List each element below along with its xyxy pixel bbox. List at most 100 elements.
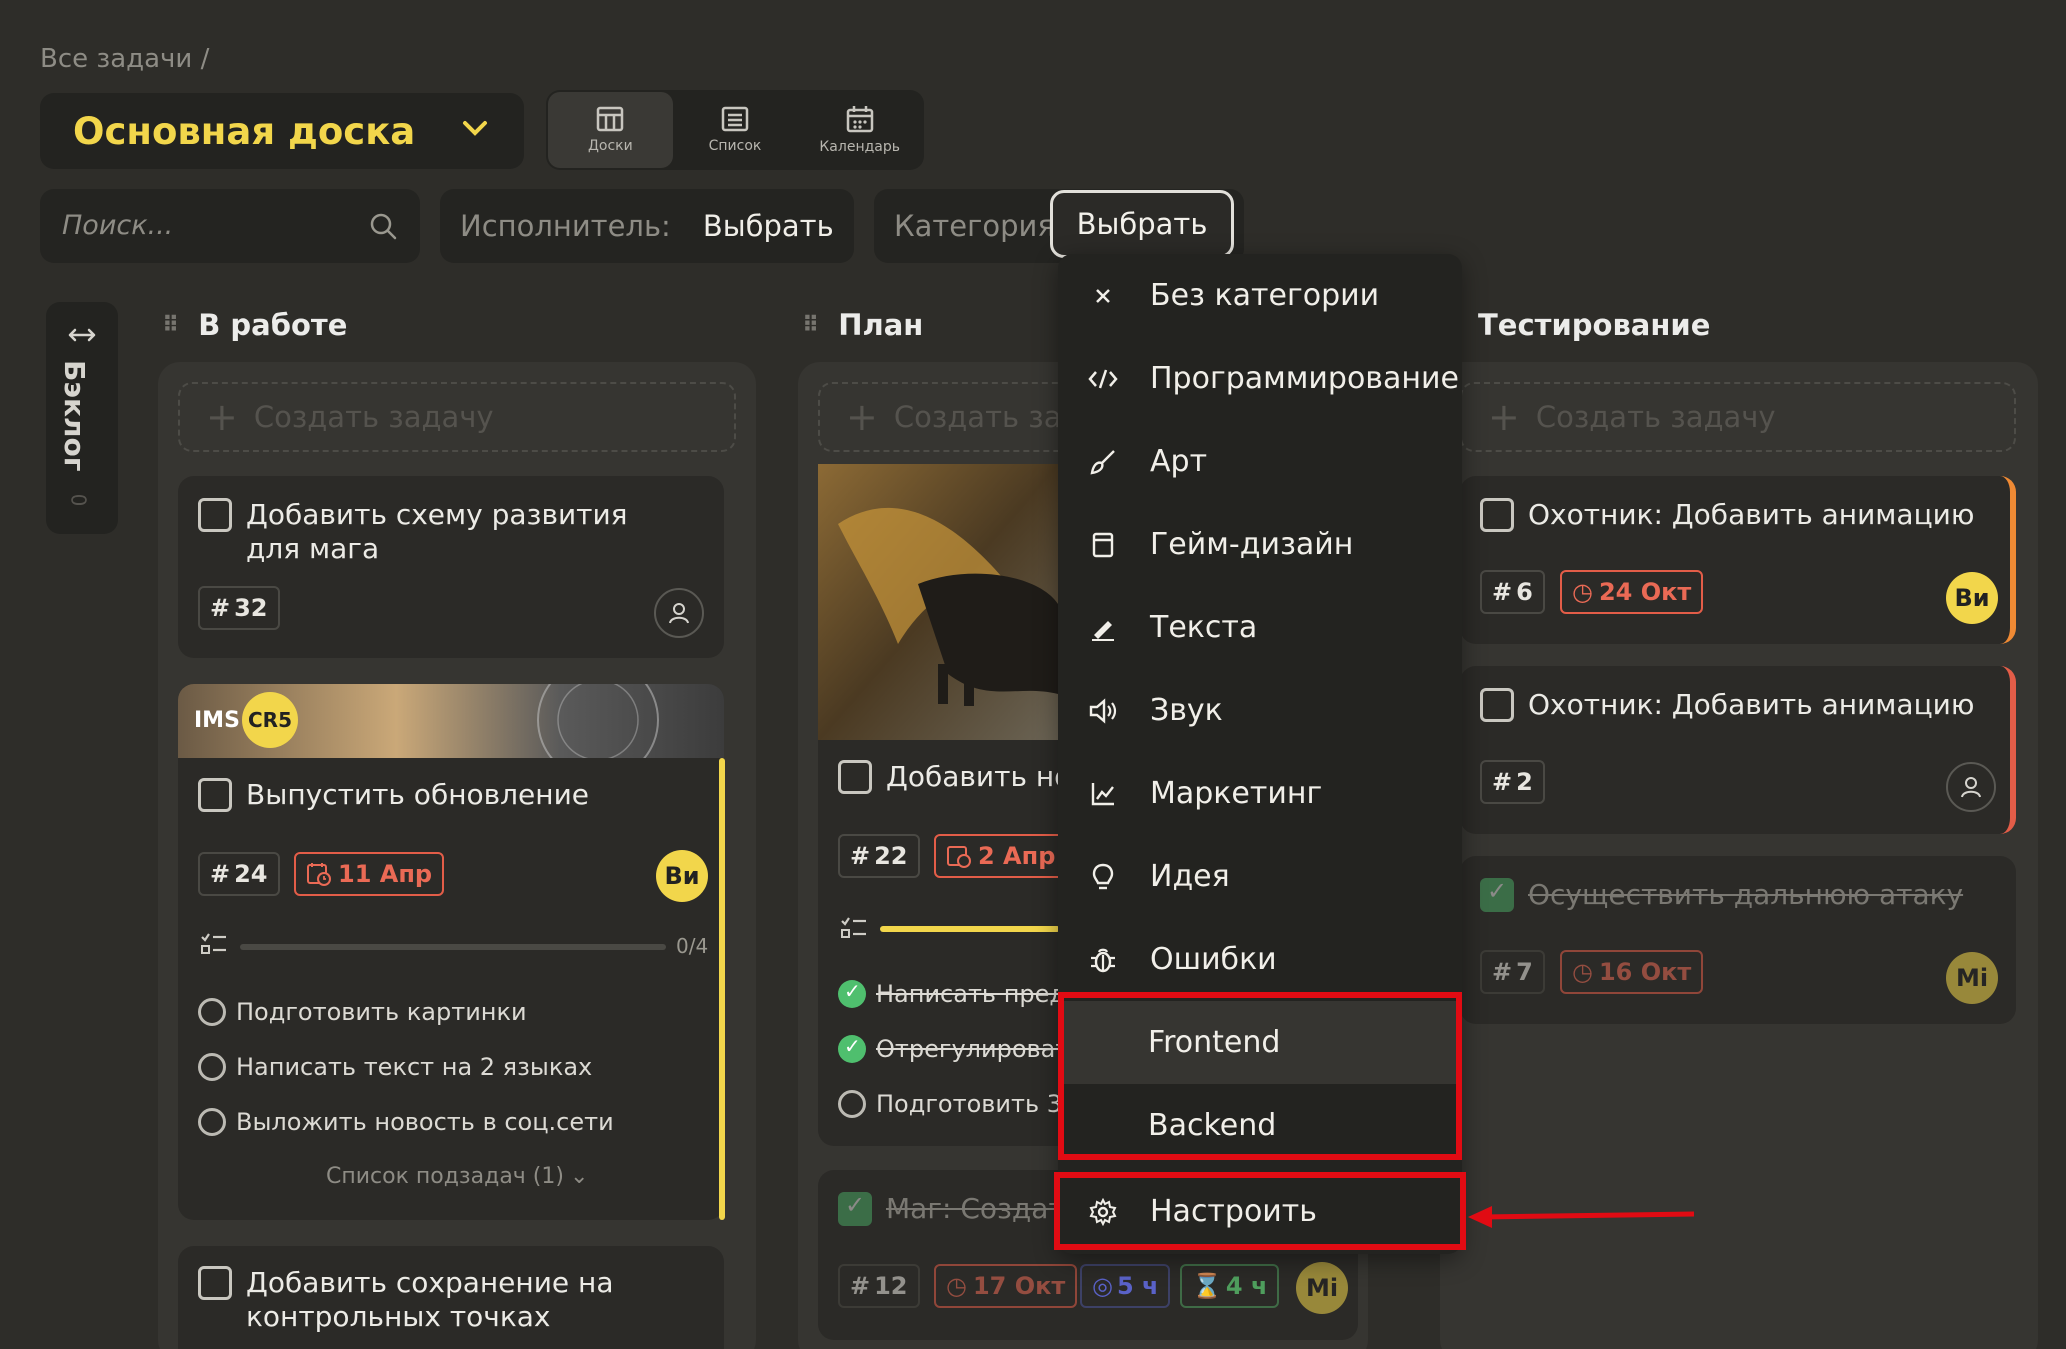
task-checkbox[interactable] — [198, 1266, 232, 1300]
assignee-avatar[interactable]: Ви — [1946, 572, 1998, 624]
task-title: Осуществить дальнюю атаку — [1528, 878, 1964, 911]
menu-item-label: Арт — [1150, 444, 1208, 479]
create-task-button[interactable]: + Создать задачу — [178, 382, 736, 452]
subtask-progress-bar — [240, 944, 666, 950]
subtask-progress-text: 0/4 — [676, 934, 709, 958]
menu-item-label: Идея — [1150, 859, 1230, 894]
due-date-badge[interactable]: 2 Апр — [934, 834, 1068, 878]
assignee-avatar[interactable]: Ви — [656, 850, 708, 902]
due-date: 2 Апр — [978, 842, 1056, 870]
create-task-label: Создать задачу — [1535, 400, 1776, 434]
task-number: 2 — [1516, 768, 1533, 796]
due-date-badge[interactable]: 11 Апр — [294, 852, 445, 896]
drag-handle-icon[interactable]: ⠿ — [162, 313, 180, 338]
task-card[interactable]: Добавить сохранение на контрольных точка… — [178, 1246, 724, 1349]
subtask-item[interactable]: Написать предь — [838, 979, 1080, 1008]
task-title: Маг: Создать — [886, 1192, 1082, 1225]
expand-horizontal-icon[interactable] — [68, 328, 96, 342]
subtask-list-toggle[interactable]: Список подзадач (1) ⌄ — [326, 1164, 588, 1189]
task-card[interactable]: Добавить схему развития для мага #32 — [178, 476, 724, 658]
task-checkbox[interactable] — [838, 760, 872, 794]
due-date-badge[interactable]: ◷ 16 Окт — [1560, 950, 1704, 994]
task-checkbox[interactable] — [1480, 688, 1514, 722]
subtask-radio[interactable] — [838, 979, 866, 1008]
subtask-item[interactable]: Подготовить 3D — [838, 1090, 1081, 1118]
subtask-item[interactable]: Подготовить картинки — [198, 998, 527, 1026]
menu-item-texts[interactable]: Текста — [1058, 586, 1462, 669]
pen-icon — [1092, 620, 1114, 641]
create-task-button[interactable]: + Создать задачу — [1460, 382, 2016, 452]
cover-logo-badge: CR5 — [248, 708, 292, 732]
task-number-tag: #24 — [198, 852, 280, 896]
menu-item-label: Маркетинг — [1150, 776, 1323, 811]
subtask-radio[interactable] — [198, 998, 226, 1026]
task-title: Добавить схему развития для мага — [246, 498, 628, 565]
category-stripe — [719, 758, 725, 1220]
board-selector[interactable]: Основная доска — [40, 93, 524, 169]
task-checkbox[interactable] — [198, 498, 232, 532]
menu-item-idea[interactable]: Идея — [1058, 835, 1462, 918]
assign-user-button[interactable] — [1946, 762, 1996, 812]
task-number: 7 — [1516, 958, 1533, 986]
subtask-radio[interactable] — [838, 1090, 866, 1118]
menu-item-bugs[interactable]: Ошибки — [1058, 918, 1462, 1001]
view-boards-button[interactable]: Доски — [548, 92, 673, 168]
breadcrumb[interactable]: Все задачи / — [40, 44, 209, 74]
task-card[interactable]: Охотник: Добавить анимацию #6 ◷ 24 Окт Ви — [1460, 476, 2016, 644]
task-checkbox[interactable] — [1480, 498, 1514, 532]
task-number: 6 — [1516, 578, 1533, 606]
search-icon[interactable] — [368, 211, 398, 241]
estimate-value: 5 ч — [1116, 1272, 1159, 1300]
task-checkbox[interactable] — [1480, 877, 1514, 912]
assignee-filter-value[interactable]: Выбрать — [703, 209, 834, 243]
task-number: 24 — [234, 860, 268, 888]
due-date-badge[interactable]: ◷ 17 Окт — [934, 1264, 1078, 1308]
search-input[interactable] — [62, 205, 362, 245]
wolf-illustration — [818, 464, 1058, 740]
menu-item-programming[interactable]: Программирование — [1058, 337, 1462, 420]
task-card[interactable] — [178, 684, 724, 1220]
subtask-item[interactable]: Выложить новость в соц.сети — [198, 1108, 614, 1136]
bulb-icon — [1092, 863, 1114, 889]
due-date: 17 Окт — [972, 1272, 1066, 1300]
view-list-label: Список — [708, 138, 762, 154]
column-header-testing: Тестирование — [1478, 308, 1710, 342]
assignee-avatar[interactable]: Mi — [1946, 952, 1998, 1004]
category-select-button[interactable]: Выбрать — [1050, 190, 1234, 258]
menu-item-marketing[interactable]: Маркетинг — [1058, 752, 1462, 835]
menu-item-game-design[interactable]: Гейм-дизайн — [1058, 503, 1462, 586]
plus-icon: + — [1488, 395, 1520, 439]
book-icon — [1092, 532, 1114, 557]
menu-item-label: Звук — [1150, 693, 1223, 728]
column-title: В работе — [198, 308, 348, 342]
drag-handle-icon[interactable]: ⠿ — [802, 313, 820, 338]
menu-item-sound[interactable]: Звук — [1058, 669, 1462, 752]
time-spent-badge: ⌛ 4 ч — [1180, 1264, 1280, 1308]
hash-icon: # — [850, 1272, 871, 1300]
column-title: Тестирование — [1478, 308, 1711, 342]
assign-user-button[interactable] — [654, 588, 704, 638]
user-icon — [1961, 777, 1981, 798]
subtask-radio[interactable] — [198, 1053, 226, 1081]
assignee-avatar[interactable]: Mi — [1296, 1262, 1348, 1314]
task-card[interactable]: Охотник: Добавить анимацию #2 — [1460, 666, 2016, 834]
backlog-count: 0 — [66, 493, 91, 507]
board-icon — [597, 106, 624, 132]
due-date-badge[interactable]: ◷ 24 Окт — [1560, 570, 1704, 614]
menu-item-no-category[interactable]: Без категории — [1058, 254, 1462, 337]
task-checkbox[interactable] — [838, 1191, 872, 1226]
hash-icon: # — [1492, 768, 1513, 796]
view-calendar-button[interactable]: Календарь — [797, 92, 922, 168]
task-checkbox[interactable] — [198, 778, 232, 812]
subtask-item[interactable]: Отрегулироват — [838, 1034, 1069, 1063]
subtask-radio[interactable] — [838, 1034, 866, 1063]
subtask-radio[interactable] — [198, 1108, 226, 1136]
task-card[interactable]: Осуществить дальнюю атаку #7 ◷16 Окт Mi — [1460, 856, 2016, 1024]
view-list-button[interactable]: Список — [673, 92, 798, 168]
list-icon — [721, 106, 749, 132]
annotation-highlight-box — [1054, 1172, 1466, 1250]
task-cover-image — [818, 464, 1058, 740]
menu-item-art[interactable]: Арт — [1058, 420, 1462, 503]
assignee-filter[interactable]: Исполнитель: Выбрать — [440, 189, 854, 263]
subtask-item[interactable]: Написать текст на 2 языках — [198, 1053, 592, 1081]
